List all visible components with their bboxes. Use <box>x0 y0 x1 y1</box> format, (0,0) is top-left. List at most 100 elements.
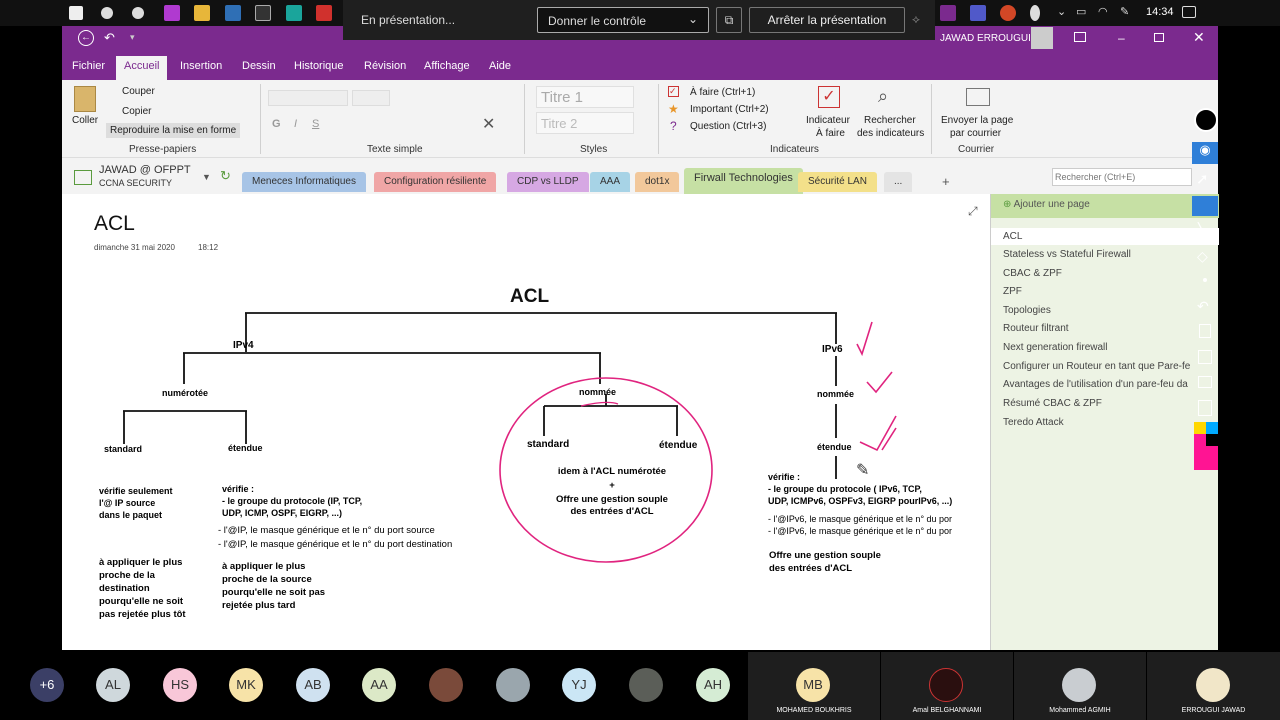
trash-icon[interactable] <box>1199 324 1211 338</box>
wifi-icon[interactable]: ◠ <box>1098 5 1114 21</box>
avatar-photo[interactable] <box>496 668 530 702</box>
find-tags-button[interactable]: Rechercher <box>864 115 916 126</box>
tab-affichage[interactable]: Affichage <box>424 60 470 72</box>
page-item[interactable]: Teredo Attack <box>1003 417 1064 428</box>
page-canvas[interactable]: ACL dimanche 31 mai 2020 18:12 ⤢ ACL IPv… <box>62 194 990 650</box>
tag-important[interactable]: Important (Ctrl+2) <box>690 104 769 115</box>
section-tab[interactable]: Sécurité LAN <box>798 172 877 192</box>
eye-icon[interactable]: ◉ <box>1192 142 1218 164</box>
powerpoint-icon[interactable] <box>1000 5 1016 21</box>
tab-historique[interactable]: Historique <box>294 60 344 72</box>
notification-icon[interactable] <box>1182 6 1196 18</box>
pdf-icon[interactable] <box>316 5 332 21</box>
line-icon[interactable]: ╲ <box>1198 222 1207 240</box>
avatar[interactable]: AB <box>296 668 330 702</box>
page-item-active[interactable] <box>991 228 1219 245</box>
tab-insertion[interactable]: Insertion <box>180 60 222 72</box>
cursor-icon[interactable]: ➚ <box>1196 170 1209 188</box>
onenote-icon[interactable] <box>940 5 956 21</box>
chevron-up-icon[interactable]: ⌄ <box>1057 5 1073 21</box>
color-black[interactable] <box>1206 434 1218 446</box>
shield-icon[interactable] <box>101 7 113 19</box>
annotate-button[interactable]: ⧉ <box>716 7 742 33</box>
avatar[interactable] <box>1031 27 1053 49</box>
page-item[interactable]: ZPF <box>1003 286 1022 297</box>
page-item[interactable]: CBAC & ZPF <box>1003 268 1062 279</box>
tab-accueil[interactable]: Accueil <box>116 56 168 80</box>
customize-icon[interactable]: ▾ <box>130 32 135 43</box>
avatar[interactable]: AA <box>362 668 396 702</box>
search-input[interactable]: Rechercher (Ctrl+E) <box>1052 168 1192 186</box>
paste-icon[interactable] <box>74 86 96 112</box>
tag-question[interactable]: Question (Ctrl+3) <box>690 121 766 132</box>
tab-fichier[interactable]: Fichier <box>72 60 105 72</box>
ribbon-display-icon[interactable] <box>1074 32 1086 42</box>
close-icon[interactable]: ✕ <box>1193 29 1205 46</box>
page-item[interactable]: Stateless vs Stateful Firewall <box>1003 249 1131 260</box>
color-blue[interactable] <box>1206 422 1218 434</box>
avatar-photo[interactable] <box>429 668 463 702</box>
more-participants[interactable]: +6 <box>30 668 64 702</box>
todo-tag-button[interactable]: Indicateur <box>806 115 850 126</box>
page-item[interactable]: ACL <box>1003 231 1022 242</box>
page-item[interactable]: Next generation firewall <box>1003 342 1108 353</box>
tab-dessin[interactable]: Dessin <box>242 60 276 72</box>
color-yellow[interactable] <box>1194 422 1206 434</box>
style-title2[interactable]: Titre 2 <box>536 112 634 134</box>
pin-icon[interactable]: ⟡ <box>912 12 920 27</box>
style-title1[interactable]: Titre 1 <box>536 86 634 108</box>
user-name[interactable]: JAWAD ERROUGUI <box>940 33 1031 44</box>
color-magenta-2[interactable] <box>1206 446 1218 470</box>
avatar-photo[interactable] <box>629 668 663 702</box>
font-name-field[interactable] <box>268 90 348 106</box>
add-section-icon[interactable]: + <box>942 174 950 189</box>
page-item[interactable]: Topologies <box>1003 305 1051 316</box>
tag-todo[interactable]: À faire (Ctrl+1) <box>690 87 755 98</box>
more-sections[interactable]: ... <box>884 172 913 192</box>
dot-icon[interactable] <box>1203 278 1207 282</box>
underline-icon[interactable]: S <box>312 118 319 130</box>
avatar[interactable]: AL <box>96 668 130 702</box>
paste-button[interactable]: Coller <box>72 115 98 126</box>
tab-revision[interactable]: Révision <box>364 60 406 72</box>
minimize-icon[interactable]: – <box>1118 31 1125 45</box>
font-size-field[interactable] <box>352 90 390 106</box>
stop-presentation-button[interactable]: Arrêter la présentation <box>749 7 905 33</box>
color-magenta[interactable] <box>1194 434 1206 470</box>
avatar[interactable]: YJ <box>562 668 596 702</box>
network-icon[interactable]: ▭ <box>1076 5 1092 21</box>
app-icon[interactable] <box>225 5 241 21</box>
cut-button[interactable]: Couper <box>122 86 155 97</box>
notebook-name[interactable]: JAWAD @ OFPPT <box>99 164 191 176</box>
add-page-button[interactable]: ⊕ Ajouter une page <box>991 194 1219 218</box>
location-icon[interactable] <box>1030 5 1040 21</box>
pen-icon[interactable]: ✎ <box>1120 5 1136 21</box>
italic-icon[interactable]: I <box>294 118 297 130</box>
tab-aide[interactable]: Aide <box>489 60 511 72</box>
highlighter-icon[interactable] <box>1192 196 1218 216</box>
section-tab-active[interactable]: Firwall Technologies <box>684 168 803 194</box>
section-name[interactable]: CCNA SECURITY <box>99 178 172 188</box>
folder-icon[interactable] <box>194 5 210 21</box>
sync-icon[interactable]: ↻ <box>220 168 231 184</box>
page-item[interactable]: Résumé CBAC & ZPF <box>1003 398 1102 409</box>
bold-icon[interactable]: G <box>272 118 281 130</box>
section-tab[interactable]: Meneces Informatiques <box>242 172 366 192</box>
undo-icon[interactable]: ↶ <box>104 30 115 46</box>
app-icon[interactable] <box>164 5 180 21</box>
pointer-icon[interactable] <box>1194 108 1218 132</box>
avatar[interactable]: AH <box>696 668 730 702</box>
back-icon[interactable]: ← <box>78 30 94 46</box>
cmd-icon[interactable] <box>255 5 271 21</box>
avatar[interactable]: HS <box>163 668 197 702</box>
section-tab[interactable]: AAA <box>590 172 631 192</box>
teams-icon[interactable] <box>970 5 986 21</box>
undo-icon[interactable]: ↶ <box>1197 298 1209 315</box>
chevron-down-icon[interactable]: ▼ <box>202 172 211 182</box>
page-item[interactable]: Routeur filtrant <box>1003 323 1069 334</box>
clear-format-icon[interactable]: ✕ <box>482 114 495 134</box>
app-icon[interactable] <box>286 5 302 21</box>
format-painter-button[interactable]: Reproduire la mise en forme <box>106 123 241 138</box>
section-tab[interactable]: Configuration résiliente <box>374 172 497 192</box>
email-page-button[interactable]: Envoyer la page <box>941 115 1013 126</box>
